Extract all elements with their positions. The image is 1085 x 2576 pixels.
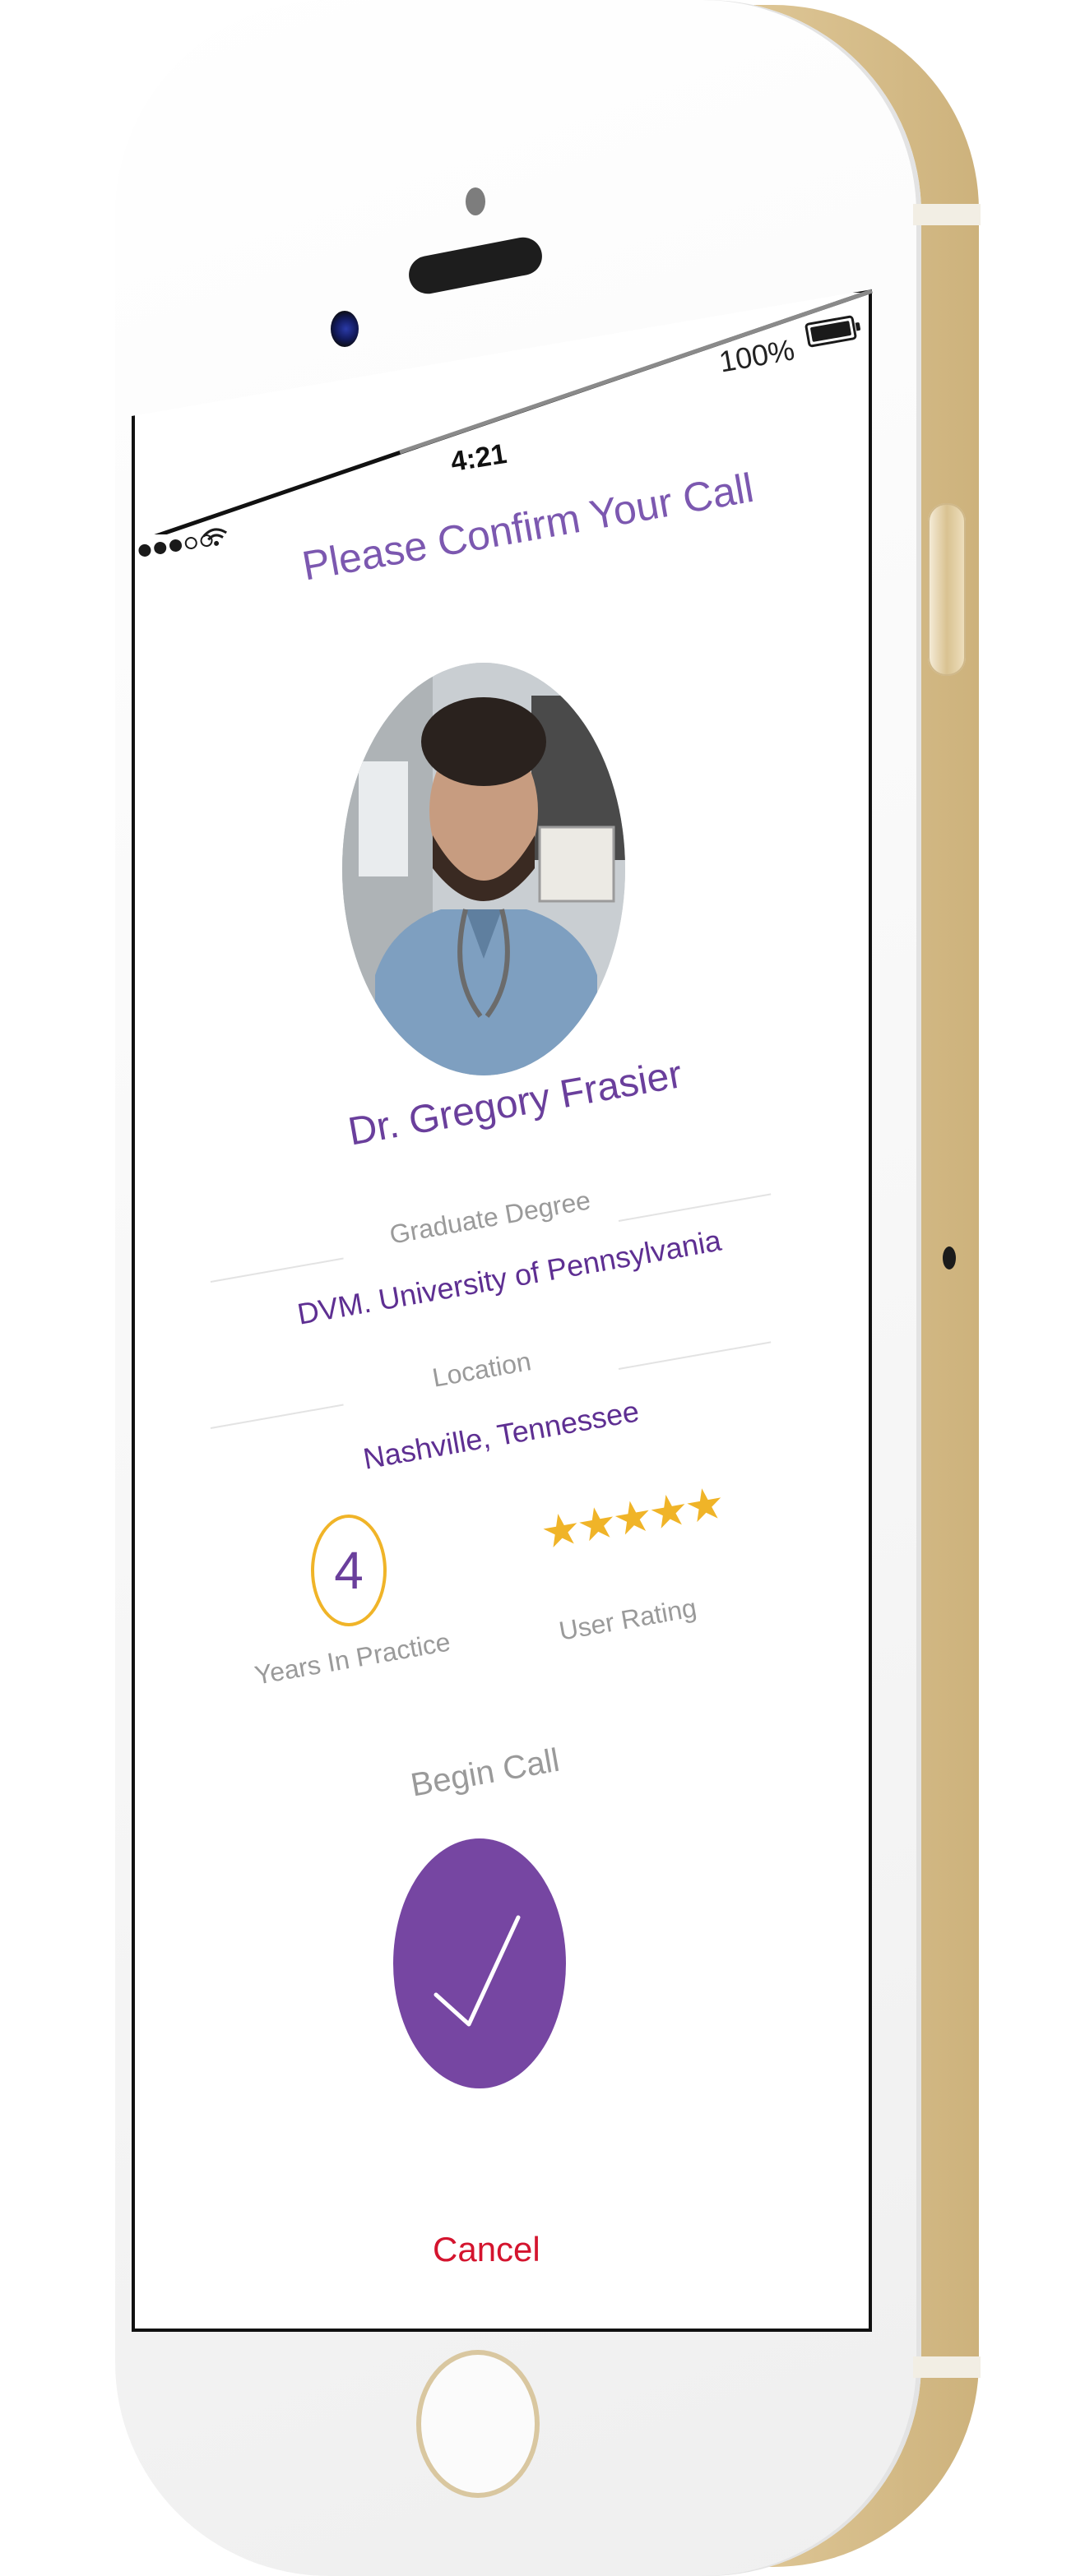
power-button: [928, 503, 966, 676]
cancel-button[interactable]: Cancel: [433, 2230, 540, 2269]
side-hole: [943, 1246, 956, 1270]
antenna-band-top: [913, 204, 981, 225]
battery-level-fill: [809, 320, 852, 343]
signal-dot: [168, 538, 183, 553]
home-button[interactable]: [416, 2350, 540, 2498]
phone-mockup-scene: 4:21 100% Please Confirm Your Call Dr. G…: [0, 0, 1085, 2576]
signal-dot: [153, 540, 168, 556]
signal-dot: [183, 535, 198, 551]
years-in-practice-badge: 4: [311, 1515, 387, 1626]
front-camera-icon: [331, 311, 359, 347]
checkmark-icon: [434, 1915, 521, 2027]
wifi-icon: [202, 528, 227, 546]
signal-dot: [137, 543, 152, 558]
doctor-photo-illustration: [342, 663, 625, 1075]
antenna-band-bottom: [913, 2356, 981, 2378]
doctor-photo: [342, 663, 625, 1075]
begin-call-button[interactable]: [393, 1838, 566, 2088]
proximity-sensor: [466, 187, 485, 215]
